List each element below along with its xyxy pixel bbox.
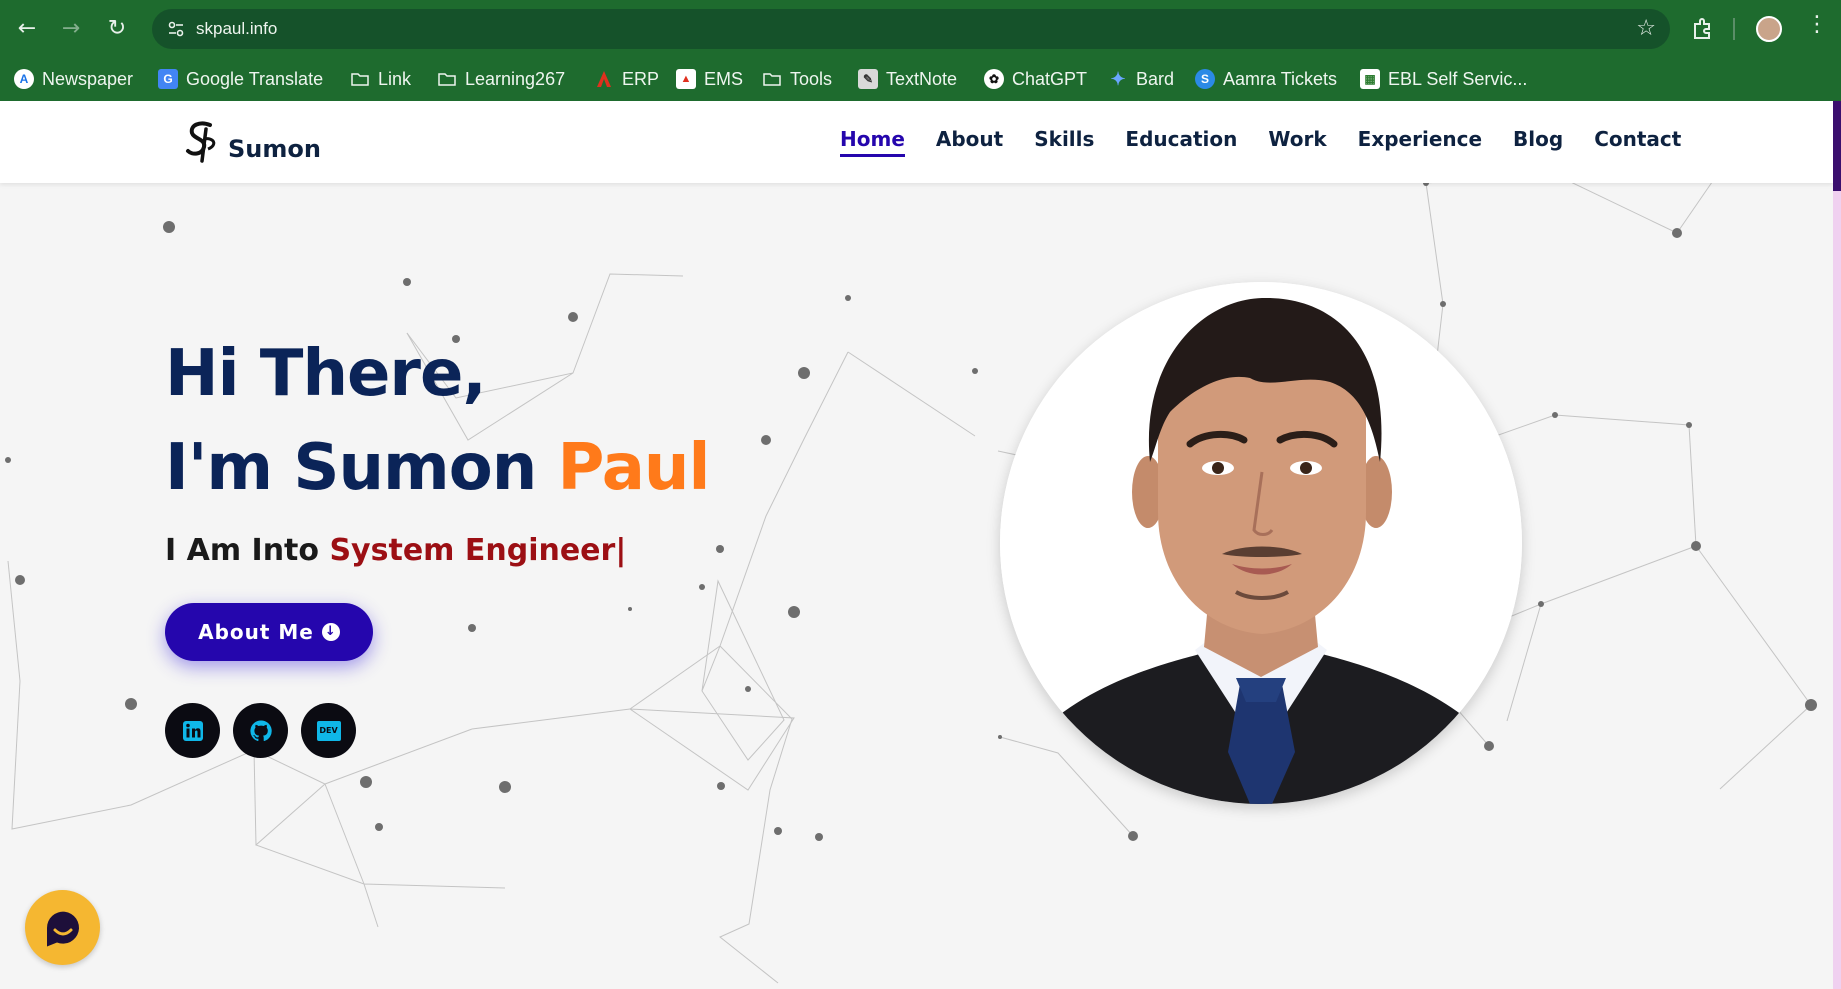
nav-blog[interactable]: Blog (1513, 127, 1563, 157)
bookmark-aamra-tickets[interactable]: S Aamra Tickets (1195, 66, 1337, 92)
chatgpt-icon: ✿ (984, 69, 1004, 89)
ebl-icon: ▦ (1360, 69, 1380, 89)
nav-skills[interactable]: Skills (1034, 127, 1094, 157)
bookmark-label: Aamra Tickets (1223, 68, 1338, 89)
nav-work[interactable]: Work (1268, 127, 1326, 157)
nav-contact[interactable]: Contact (1594, 127, 1681, 157)
bookmark-newspaper[interactable]: A Newspaper (14, 66, 133, 92)
bookmark-label: EMS (704, 68, 744, 89)
dev-icon-text: DEV (319, 726, 338, 735)
linkedin-button[interactable] (165, 703, 220, 758)
nav-education[interactable]: Education (1125, 127, 1237, 157)
logo-text: Sumon (228, 135, 321, 163)
nav-home[interactable]: Home (840, 127, 905, 157)
hero-greeting: Hi There, (165, 337, 487, 411)
bookmark-tools[interactable]: Tools (762, 66, 832, 92)
note-icon: ✎ (858, 69, 878, 89)
bookmark-label: Google Translate (186, 68, 324, 89)
folder-icon (351, 73, 369, 86)
site-settings-icon[interactable] (166, 19, 186, 39)
bookmark-textnote[interactable]: ✎ TextNote (858, 66, 957, 92)
site-logo[interactable]: Sumon (182, 115, 321, 165)
page-scrollbar[interactable] (1833, 101, 1841, 989)
bookmark-label: ChatGPT (1012, 68, 1088, 89)
bookmark-label: Tools (790, 68, 833, 89)
nav-experience[interactable]: Experience (1358, 127, 1482, 157)
bookmark-label: Newspaper (42, 68, 134, 89)
bookmark-google-translate[interactable]: G Google Translate (158, 66, 323, 92)
bookmark-label: Link (378, 68, 412, 89)
bookmark-link[interactable]: Link (350, 66, 411, 92)
chat-widget-button[interactable] (25, 890, 100, 965)
folder-icon (763, 73, 781, 86)
bookmark-label: EBL Self Servic... (1388, 68, 1528, 89)
hero-name-prefix: I'm Sumon (165, 431, 558, 505)
typed-role: System Engineer (329, 533, 616, 568)
nav-about[interactable]: About (936, 127, 1003, 157)
newspaper-icon: A (14, 69, 34, 89)
browser-chrome: ← → ↻ skpaul.info ☆ ⋮ A Newspaper G Goog… (0, 0, 1841, 101)
profile-avatar[interactable] (1756, 16, 1782, 42)
ems-icon: ▲ (676, 69, 696, 89)
bookmark-ebl[interactable]: ▦ EBL Self Servic... (1360, 66, 1527, 92)
back-icon[interactable]: ← (12, 14, 42, 44)
extensions-icon[interactable] (1687, 14, 1717, 44)
dev-to-button[interactable]: DEV (301, 703, 356, 758)
github-button[interactable] (233, 703, 288, 758)
about-me-label: About Me (198, 620, 314, 644)
reload-icon[interactable]: ↻ (102, 14, 132, 44)
site-header: Sumon Home About Skills Education Work E… (0, 101, 1833, 183)
linkedin-icon (182, 720, 203, 741)
toolbar-divider (1733, 18, 1735, 40)
arrow-down-circle-icon: ↓ (321, 623, 340, 641)
profile-photo (1000, 282, 1522, 804)
bookmark-chatgpt[interactable]: ✿ ChatGPT (984, 66, 1087, 92)
bookmark-bard[interactable]: ✦ Bard (1108, 66, 1174, 92)
bookmark-ems[interactable]: ▲ EMS (676, 66, 743, 92)
chat-bubble-icon (46, 911, 79, 947)
bookmark-learning267[interactable]: Learning267 (437, 66, 565, 92)
main-nav: Home About Skills Education Work Experie… (840, 127, 1712, 157)
bookmark-label: Bard (1136, 68, 1175, 89)
bookmark-erp[interactable]: ERP (594, 66, 659, 92)
bookmark-label: Learning267 (465, 68, 566, 89)
hero-subtitle: I Am Into System Engineer| (165, 533, 626, 568)
bookmark-star-icon[interactable]: ☆ (1636, 16, 1656, 41)
logo-mark-icon (186, 121, 216, 163)
portrait-image (1000, 282, 1522, 804)
sparkle-icon: ✦ (1110, 68, 1126, 89)
forward-icon[interactable]: → (56, 14, 86, 44)
page-viewport: Sumon Home About Skills Education Work E… (0, 101, 1841, 989)
typing-cursor: | (615, 533, 627, 568)
hero-name: I'm Sumon Paul (165, 431, 711, 505)
url-text[interactable]: skpaul.info (196, 19, 277, 39)
translate-icon: G (158, 69, 178, 89)
github-icon (249, 719, 272, 741)
address-bar[interactable]: skpaul.info ☆ (152, 9, 1670, 49)
folder-icon (438, 73, 456, 86)
bookmark-label: TextNote (886, 68, 958, 89)
hero-name-accent: Paul (557, 431, 711, 505)
bookmark-label: ERP (622, 68, 660, 89)
about-me-button[interactable]: About Me ↓ (165, 603, 373, 661)
subtitle-prefix: I Am Into (165, 533, 330, 568)
erp-icon (597, 71, 611, 87)
aamra-icon: S (1195, 69, 1215, 89)
toolbar: ← → ↻ skpaul.info ☆ ⋮ (0, 0, 1841, 58)
bookmarks-bar: A Newspaper G Google Translate Link Lear… (0, 58, 1841, 101)
menu-icon[interactable]: ⋮ (1806, 12, 1828, 37)
